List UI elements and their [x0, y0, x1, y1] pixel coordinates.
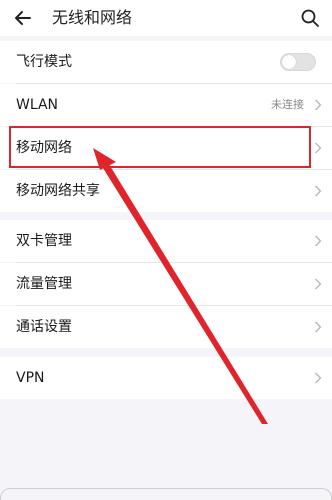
- data-usage-label: 流量管理: [16, 276, 72, 292]
- chevron-right-icon: [315, 372, 322, 384]
- call-settings-row[interactable]: 通话设置: [0, 306, 332, 348]
- app-header: 无线和网络: [0, 0, 332, 36]
- chevron-right-icon: [315, 235, 322, 247]
- airplane-mode-row[interactable]: 飞行模式: [0, 41, 332, 83]
- wlan-row[interactable]: WLAN 未连接: [0, 84, 332, 126]
- chevron-right-icon: [315, 321, 322, 333]
- call-settings-label: 通话设置: [16, 319, 72, 335]
- page-title: 无线和网络: [52, 8, 133, 27]
- airplane-mode-toggle[interactable]: [280, 53, 316, 71]
- airplane-mode-label: 飞行模式: [16, 54, 72, 70]
- device-bottom-frame: [0, 488, 332, 500]
- chevron-right-icon: [315, 278, 322, 290]
- search-icon[interactable]: [300, 8, 320, 28]
- tethering-label: 移动网络共享: [16, 183, 100, 199]
- chevron-right-icon: [315, 99, 322, 111]
- back-arrow-icon[interactable]: [13, 8, 33, 28]
- vpn-label: VPN: [16, 370, 45, 386]
- dual-sim-label: 双卡管理: [16, 233, 72, 249]
- data-usage-row[interactable]: 流量管理: [0, 263, 332, 305]
- chevron-right-icon: [315, 185, 322, 197]
- highlight-box: [9, 126, 311, 168]
- dual-sim-row[interactable]: 双卡管理: [0, 220, 332, 262]
- chevron-right-icon: [315, 142, 322, 154]
- wlan-label: WLAN: [16, 97, 59, 113]
- toggle-knob: [282, 55, 296, 69]
- wlan-status: 未连接: [271, 98, 304, 111]
- tethering-row[interactable]: 移动网络共享: [0, 170, 332, 212]
- vpn-row[interactable]: VPN: [0, 357, 332, 399]
